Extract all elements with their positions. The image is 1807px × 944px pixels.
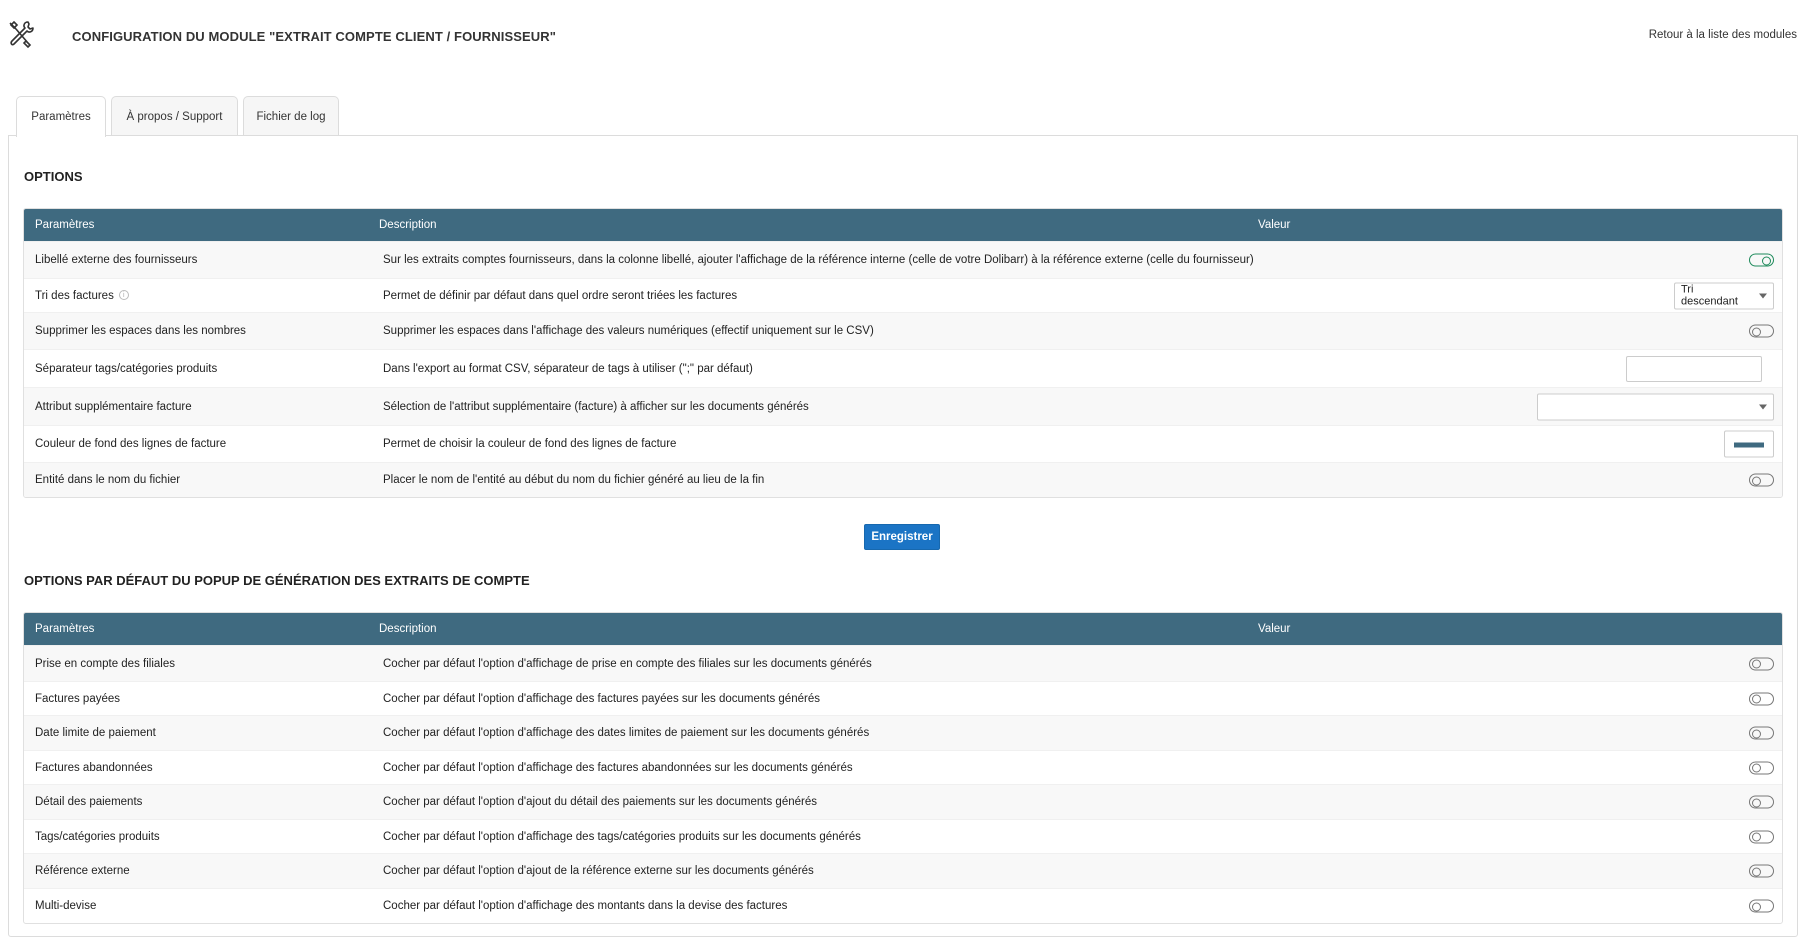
table-row: Détail des paiements Cocher par défaut l… bbox=[24, 784, 1782, 819]
table-row: Référence externe Cocher par défaut l'op… bbox=[24, 853, 1782, 888]
param-description: Cocher par défaut l'option d'affichage d… bbox=[383, 727, 870, 739]
chevron-down-icon bbox=[1759, 293, 1767, 298]
color-picker[interactable] bbox=[1724, 430, 1774, 458]
param-description: Permet de définir par défaut dans quel o… bbox=[383, 289, 738, 302]
param-label: Date limite de paiement bbox=[35, 727, 156, 739]
chevron-down-icon bbox=[1759, 404, 1767, 409]
param-label: Tags/catégories produits bbox=[35, 830, 160, 843]
param-description: Placer le nom de l'entité au début du no… bbox=[383, 474, 765, 486]
toggle-switch[interactable] bbox=[1749, 324, 1774, 338]
table-row: Tri des factures i Permet de définir par … bbox=[24, 278, 1782, 312]
column-header-params: Paramètres bbox=[35, 623, 95, 635]
column-header-value: Valeur bbox=[1258, 623, 1291, 635]
popup-options-table: Paramètres Description Valeur Prise en c… bbox=[23, 612, 1783, 924]
param-label: Attribut supplémentaire facture bbox=[35, 400, 192, 413]
table-row: Entité dans le nom du fichier Placer le … bbox=[24, 462, 1782, 497]
toggle-switch[interactable] bbox=[1749, 253, 1774, 267]
toggle-switch[interactable] bbox=[1749, 899, 1774, 913]
param-description: Cocher par défaut l'option d'ajout de la… bbox=[383, 865, 814, 877]
table-row: Couleur de fond des lignes de facture Pe… bbox=[24, 425, 1782, 462]
sort-order-select[interactable]: Tri descendant bbox=[1674, 282, 1774, 309]
table-row: Factures abandonnées Cocher par défaut l… bbox=[24, 750, 1782, 784]
param-description: Dans l'export au format CSV, séparateur … bbox=[383, 362, 753, 375]
column-header-value: Valeur bbox=[1258, 219, 1291, 231]
param-label: Prise en compte des filiales bbox=[35, 657, 175, 670]
tab-about-support[interactable]: À propos / Support bbox=[111, 96, 238, 136]
table-row: Séparateur tags/catégories produits Dans… bbox=[24, 349, 1782, 387]
options-section-title: OPTIONS bbox=[24, 169, 83, 184]
param-label: Libellé externe des fournisseurs bbox=[35, 254, 198, 266]
options-table: Paramètres Description Valeur Libellé ex… bbox=[23, 208, 1783, 498]
toggle-switch[interactable] bbox=[1749, 830, 1774, 843]
options-table-header: Paramètres Description Valeur bbox=[24, 209, 1782, 241]
param-description: Cocher par défaut l'option d'affichage d… bbox=[383, 830, 861, 843]
param-description: Sur les extraits comptes fournisseurs, d… bbox=[383, 254, 1254, 266]
column-header-description: Description bbox=[379, 623, 437, 635]
table-row: Supprimer les espaces dans les nombres S… bbox=[24, 312, 1782, 349]
extra-attribute-select[interactable] bbox=[1537, 393, 1774, 420]
param-description: Sélection de l'attribut supplémentaire (… bbox=[383, 400, 809, 413]
tools-icon bbox=[9, 20, 34, 49]
save-button[interactable]: Enregistrer bbox=[864, 524, 940, 550]
top-bar: CONFIGURATION DU MODULE "EXTRAIT COMPTE … bbox=[0, 0, 1807, 75]
table-row: Attribut supplémentaire facture Sélectio… bbox=[24, 387, 1782, 425]
column-header-params: Paramètres bbox=[35, 219, 95, 231]
param-description: Permet de choisir la couleur de fond des… bbox=[383, 438, 677, 450]
param-label: Factures payées bbox=[35, 692, 121, 705]
toggle-switch[interactable] bbox=[1749, 761, 1774, 774]
param-label: Référence externe bbox=[35, 865, 130, 877]
tab-log-file[interactable]: Fichier de log bbox=[243, 96, 339, 136]
table-row: Prise en compte des filiales Cocher par … bbox=[24, 645, 1782, 681]
param-label: Tri des factures bbox=[35, 289, 114, 302]
param-label: Détail des paiements bbox=[35, 796, 143, 808]
column-header-description: Description bbox=[379, 219, 437, 231]
select-value: Tri descendant bbox=[1681, 283, 1738, 308]
table-row: Multi-devise Cocher par défaut l'option … bbox=[24, 888, 1782, 923]
param-label: Entité dans le nom du fichier bbox=[35, 474, 181, 486]
toggle-switch[interactable] bbox=[1749, 692, 1774, 705]
page-title: CONFIGURATION DU MODULE "EXTRAIT COMPTE … bbox=[72, 29, 557, 44]
toggle-switch[interactable] bbox=[1749, 795, 1774, 809]
tab-parametres[interactable]: Paramètres bbox=[16, 96, 106, 137]
tag-separator-input[interactable] bbox=[1626, 355, 1762, 382]
toggle-switch[interactable] bbox=[1749, 864, 1774, 878]
table-row: Tags/catégories produits Cocher par défa… bbox=[24, 819, 1782, 853]
popup-options-table-body: Prise en compte des filiales Cocher par … bbox=[24, 645, 1782, 923]
settings-panel: OPTIONS Paramètres Description Valeur Li… bbox=[8, 135, 1798, 937]
options-table-body: Libellé externe des fournisseurs Sur les… bbox=[24, 241, 1782, 497]
toggle-switch[interactable] bbox=[1749, 473, 1774, 487]
toggle-switch[interactable] bbox=[1749, 657, 1774, 670]
param-label: Supprimer les espaces dans les nombres bbox=[35, 325, 246, 337]
popup-options-table-header: Paramètres Description Valeur bbox=[24, 613, 1782, 645]
param-description: Cocher par défaut l'option d'affichage d… bbox=[383, 761, 853, 774]
popup-options-section-title: OPTIONS PAR DÉFAUT DU POPUP DE GÉNÉRATIO… bbox=[24, 573, 530, 588]
param-description: Cocher par défaut l'option d'ajout du dé… bbox=[383, 796, 817, 808]
param-label: Séparateur tags/catégories produits bbox=[35, 362, 218, 375]
param-description: Supprimer les espaces dans l'affichage d… bbox=[383, 325, 874, 337]
info-icon[interactable]: i bbox=[118, 290, 129, 301]
param-label: Multi-devise bbox=[35, 900, 97, 912]
param-description: Cocher par défaut l'option d'affichage d… bbox=[383, 692, 820, 705]
table-row: Date limite de paiement Cocher par défau… bbox=[24, 715, 1782, 750]
table-row: Factures payées Cocher par défaut l'opti… bbox=[24, 681, 1782, 715]
param-description: Cocher par défaut l'option d'affichage d… bbox=[383, 657, 872, 670]
toggle-switch[interactable] bbox=[1749, 726, 1774, 740]
param-label: Couleur de fond des lignes de facture bbox=[35, 438, 227, 450]
table-row: Libellé externe des fournisseurs Sur les… bbox=[24, 241, 1782, 278]
back-to-modules-link[interactable]: Retour à la liste des modules bbox=[1649, 29, 1797, 41]
param-description: Cocher par défaut l'option d'affichage d… bbox=[383, 900, 788, 912]
param-label: Factures abandonnées bbox=[35, 761, 153, 774]
